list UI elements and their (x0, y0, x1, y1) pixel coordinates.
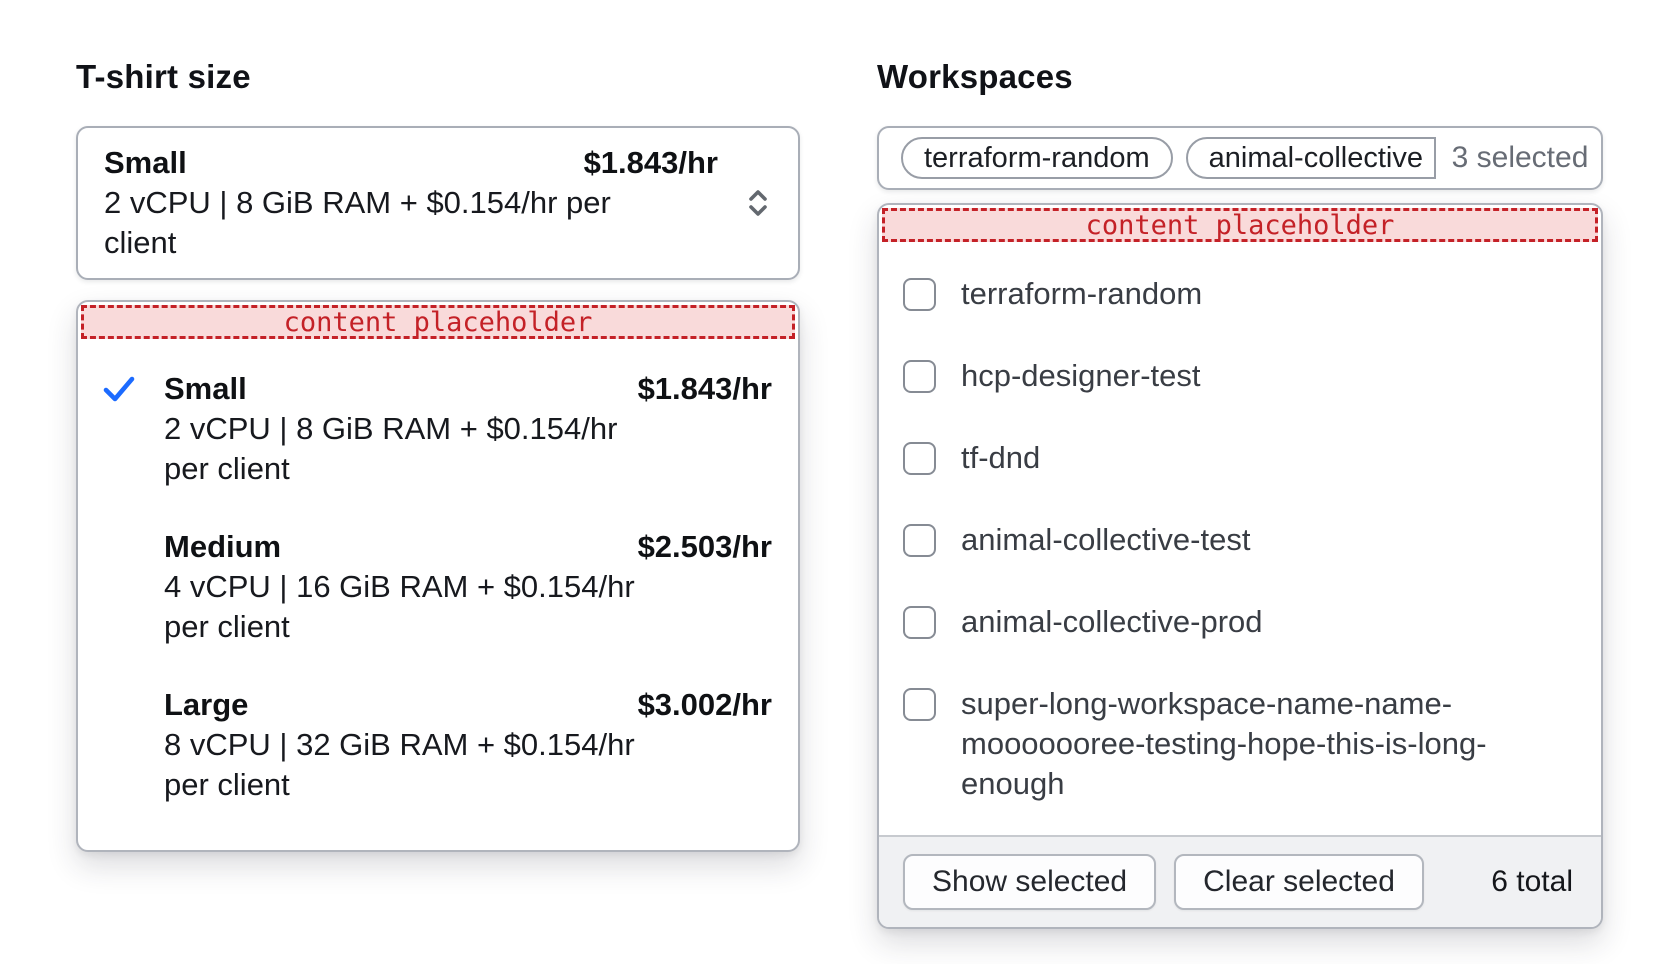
selected-size-title: Small (104, 143, 187, 183)
workspace-name: animal-collective-test (961, 520, 1250, 560)
size-options-list: Small $1.843/hr 2 vCPU | 8 GiB RAM + $0.… (78, 342, 798, 850)
option-title: Large (164, 685, 248, 725)
selected-size-price: $1.843/hr (584, 143, 718, 183)
tshirt-size-dropdown: content placeholder Small $1.843/hr 2 vC… (76, 300, 800, 852)
tshirt-size-label: T-shirt size (76, 58, 800, 96)
tag-pill-animal-collective[interactable]: animal-collective (1186, 137, 1436, 179)
tshirt-size-select-trigger[interactable]: Small $1.843/hr 2 vCPU | 8 GiB RAM + $0.… (76, 126, 800, 280)
clear-selected-button[interactable]: Clear selected (1174, 854, 1424, 910)
workspaces-select-trigger[interactable]: terraform-random animal-collective 3 sel… (877, 126, 1603, 190)
unfold-chevron-icon (742, 185, 774, 221)
workspace-checkbox[interactable] (903, 688, 936, 721)
workspace-checkbox[interactable] (903, 278, 936, 311)
tshirt-size-field: T-shirt size Small $1.843/hr 2 vCPU | 8 … (76, 58, 800, 852)
workspace-option[interactable]: animal-collective-prod (903, 581, 1577, 663)
content-placeholder: content placeholder (81, 305, 795, 339)
workspace-name: super-long-workspace-name-name- moooooor… (961, 684, 1577, 804)
workspace-checkbox[interactable] (903, 442, 936, 475)
size-option-large[interactable]: Large $3.002/hr 8 vCPU | 32 GiB RAM + $0… (100, 666, 772, 824)
workspace-option[interactable]: terraform-random (903, 253, 1577, 335)
workspace-option[interactable]: tf-dnd (903, 417, 1577, 499)
workspace-checkbox[interactable] (903, 360, 936, 393)
option-title: Small (164, 369, 247, 409)
option-price: $1.843/hr (638, 369, 772, 409)
workspaces-dropdown-footer: Show selected Clear selected 6 total (879, 835, 1601, 927)
selected-size-description: 2 vCPU | 8 GiB RAM + $0.154/hr per clien… (104, 183, 664, 263)
workspace-option[interactable]: super-long-workspace-name-name- moooooor… (903, 663, 1577, 825)
option-price: $2.503/hr (638, 527, 772, 567)
option-title: Medium (164, 527, 281, 567)
option-price: $3.002/hr (638, 685, 772, 725)
total-count-text: 6 total (1491, 865, 1577, 899)
workspace-name: hcp-designer-test (961, 356, 1201, 396)
check-icon (100, 369, 138, 489)
workspaces-field: Workspaces terraform-random animal-colle… (877, 58, 1603, 929)
option-description: 8 vCPU | 32 GiB RAM + $0.154/hr per clie… (164, 725, 644, 805)
selected-count-text: 3 selected (1452, 141, 1589, 175)
workspace-name: terraform-random (961, 274, 1202, 314)
option-description: 2 vCPU | 8 GiB RAM + $0.154/hr per clien… (164, 409, 644, 489)
workspace-option[interactable]: animal-collective-test (903, 499, 1577, 581)
option-description: 4 vCPU | 16 GiB RAM + $0.154/hr per clie… (164, 567, 644, 647)
workspace-checkbox[interactable] (903, 524, 936, 557)
check-icon-empty (100, 685, 138, 805)
content-placeholder: content placeholder (882, 208, 1598, 242)
workspace-name: tf-dnd (961, 438, 1040, 478)
workspaces-dropdown: content placeholder terraform-random hcp… (877, 203, 1603, 929)
workspace-name: animal-collective-prod (961, 602, 1263, 642)
workspace-options-list: terraform-random hcp-designer-test tf-dn… (879, 245, 1601, 835)
check-icon-empty (100, 527, 138, 647)
workspaces-label: Workspaces (877, 58, 1603, 96)
workspace-option[interactable]: hcp-designer-test (903, 335, 1577, 417)
workspace-checkbox[interactable] (903, 606, 936, 639)
show-selected-button[interactable]: Show selected (903, 854, 1156, 910)
tag-pill-terraform-random[interactable]: terraform-random (901, 137, 1173, 179)
size-option-small[interactable]: Small $1.843/hr 2 vCPU | 8 GiB RAM + $0.… (100, 350, 772, 508)
size-option-medium[interactable]: Medium $2.503/hr 4 vCPU | 16 GiB RAM + $… (100, 508, 772, 666)
